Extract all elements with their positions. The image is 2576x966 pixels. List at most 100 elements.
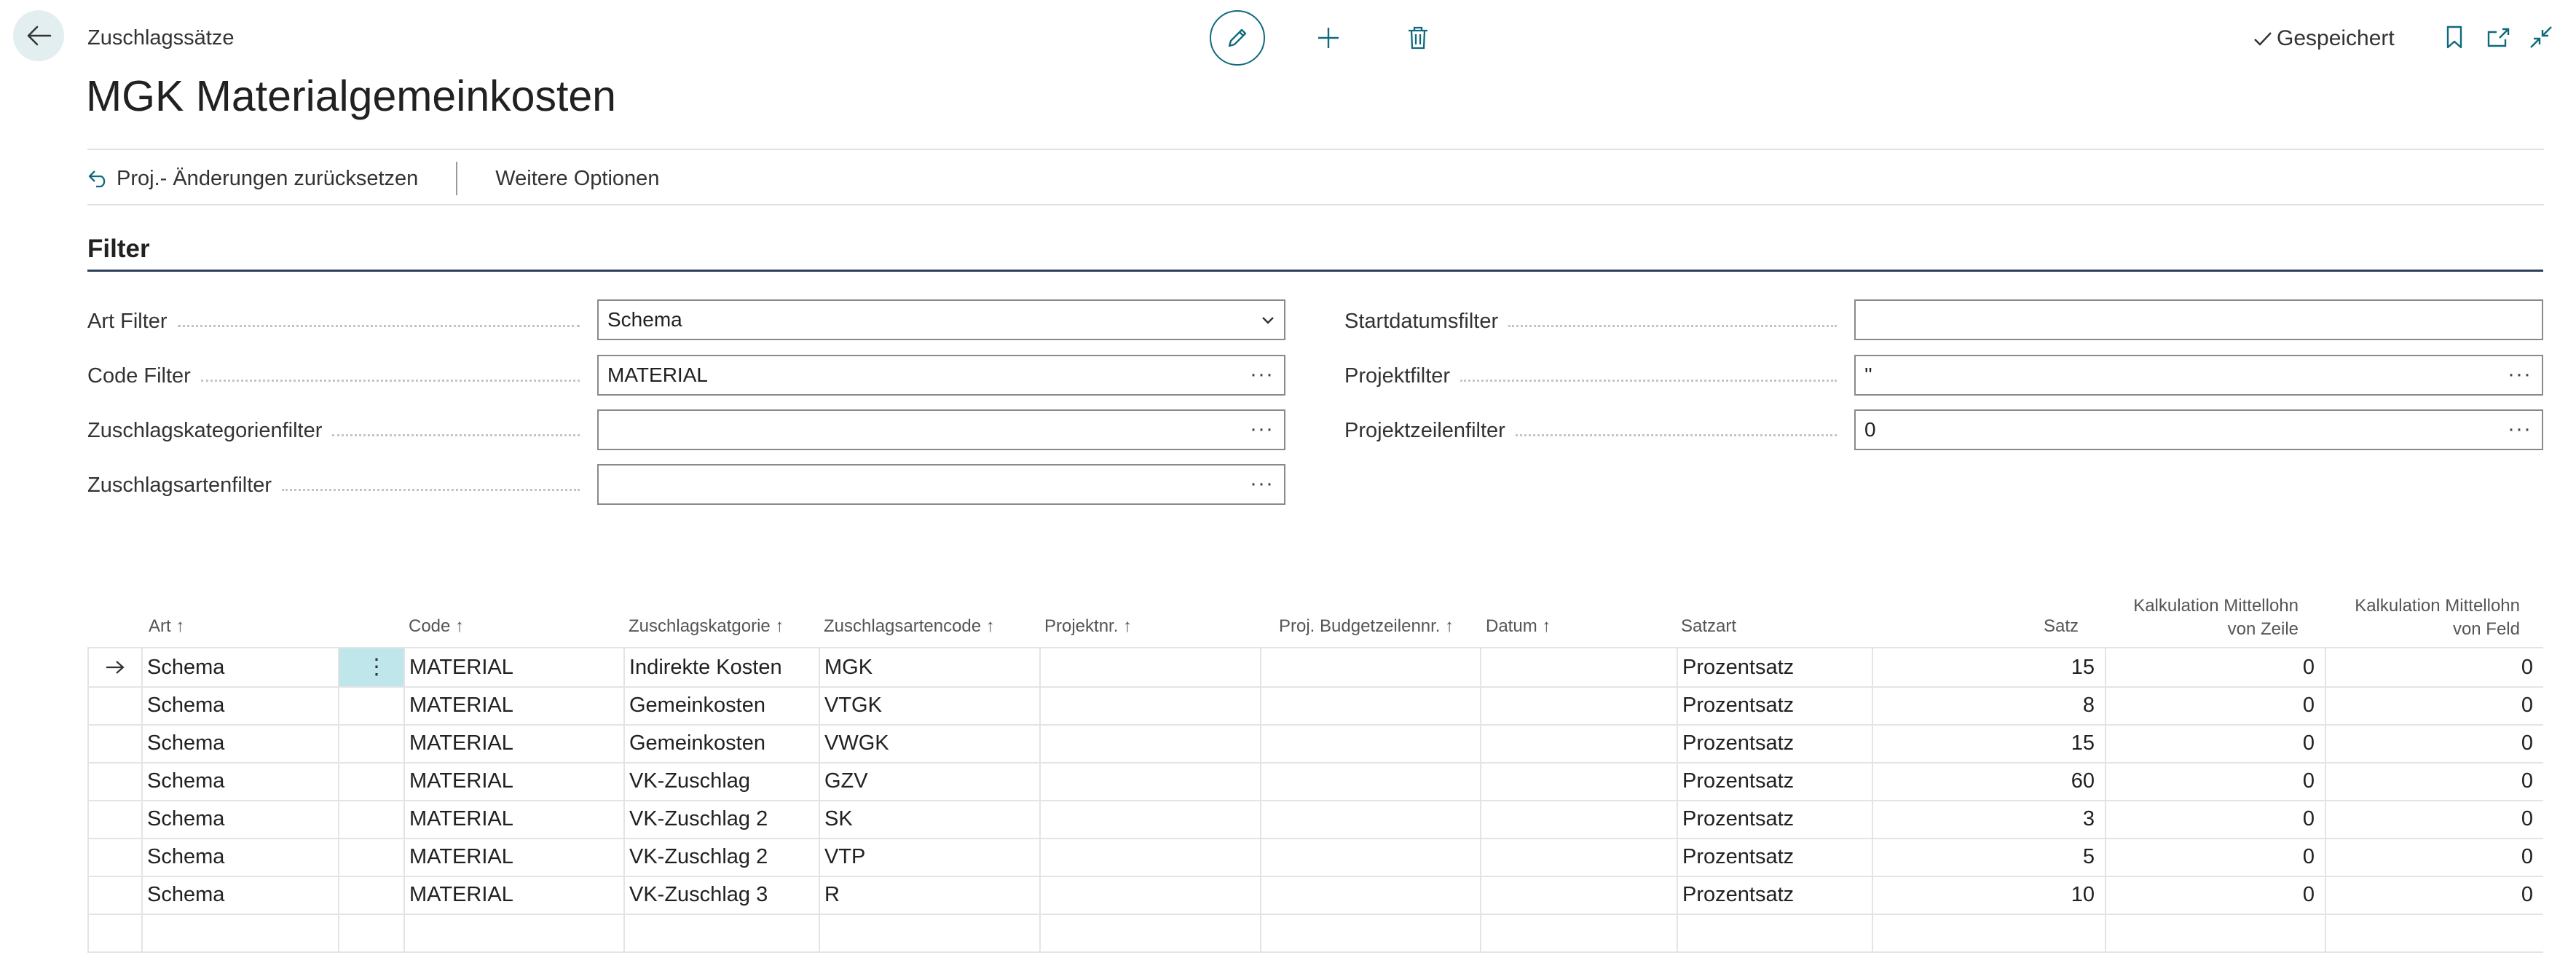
cell-projektnr[interactable] xyxy=(1039,876,1260,914)
cell-artencode[interactable] xyxy=(819,914,1039,951)
cell-satz[interactable]: 60 xyxy=(1872,762,2105,800)
row-indicator-cell[interactable] xyxy=(87,876,141,914)
cell-satz[interactable]: 5 xyxy=(1872,838,2105,876)
cell-satz[interactable]: 15 xyxy=(1872,724,2105,762)
cell-art[interactable]: Schema xyxy=(141,724,338,762)
cell-artencode[interactable]: MGK xyxy=(819,648,1039,686)
cell-kalk-zeile[interactable]: 0 xyxy=(2105,724,2325,762)
cell-budget[interactable] xyxy=(1260,914,1480,951)
table-row[interactable]: Schema ⋮ MATERIAL Indirekte Kosten MGK Prozen… xyxy=(87,648,2543,688)
cell-satz[interactable] xyxy=(1872,914,2105,951)
cell-artencode[interactable]: VTP xyxy=(819,838,1039,876)
row-menu-icon[interactable]: ⋮ xyxy=(366,648,387,686)
cell-projektnr[interactable] xyxy=(1039,838,1260,876)
cell-kategorie[interactable]: Gemeinkosten xyxy=(623,724,819,762)
cell-code[interactable]: MATERIAL xyxy=(403,648,623,686)
cell-satz[interactable]: 3 xyxy=(1872,800,2105,838)
kategorie-filter-input[interactable]: ··· xyxy=(597,409,1285,450)
cell-kategorie[interactable]: VK-Zuschlag 3 xyxy=(623,876,819,914)
cell-kalk-feld[interactable]: 0 xyxy=(2325,648,2543,686)
open-in-new-window-button[interactable] xyxy=(2482,20,2516,54)
cell-kalk-zeile[interactable]: 0 xyxy=(2105,648,2325,686)
cell-budget[interactable] xyxy=(1260,838,1480,876)
cell-kalk-feld[interactable]: 0 xyxy=(2325,762,2543,800)
cell-projektnr[interactable] xyxy=(1039,800,1260,838)
table-row[interactable]: Schema MATERIAL Gemeinkosten VTGK Prozentsat… xyxy=(87,686,2543,726)
new-button[interactable] xyxy=(1301,10,1356,66)
cell-art[interactable] xyxy=(141,914,338,951)
cell-satzart[interactable]: Prozentsatz xyxy=(1677,800,1872,838)
cell-kalk-zeile[interactable]: 0 xyxy=(2105,762,2325,800)
cell-budget[interactable] xyxy=(1260,724,1480,762)
column-header-code[interactable]: Code ↑ xyxy=(409,616,464,637)
cell-code[interactable] xyxy=(403,914,623,951)
projektzeilen-filter-input[interactable]: 0 ··· xyxy=(1854,409,2543,450)
cell-datum[interactable] xyxy=(1480,762,1677,800)
code-filter-input[interactable]: MATERIAL ··· xyxy=(597,355,1285,396)
cell-kategorie[interactable]: VK-Zuschlag 2 xyxy=(623,838,819,876)
cell-datum[interactable] xyxy=(1480,914,1677,951)
lookup-ellipsis-icon[interactable]: ··· xyxy=(2508,362,2532,387)
cell-code[interactable]: MATERIAL xyxy=(403,876,623,914)
cell-projektnr[interactable] xyxy=(1039,648,1260,686)
cell-kalk-feld[interactable]: 0 xyxy=(2325,800,2543,838)
cell-datum[interactable] xyxy=(1480,724,1677,762)
more-options-action[interactable]: Weitere Optionen xyxy=(495,167,659,191)
column-header-budget[interactable]: Proj. Budgetzeilennr. ↑ xyxy=(1279,616,1454,637)
cell-artencode[interactable]: VTGK xyxy=(819,686,1039,724)
cell-projektnr[interactable] xyxy=(1039,762,1260,800)
row-indicator-cell[interactable] xyxy=(87,800,141,838)
lookup-ellipsis-icon[interactable]: ··· xyxy=(1250,417,1274,441)
lookup-ellipsis-icon[interactable]: ··· xyxy=(2508,417,2532,441)
column-header-datum[interactable]: Datum ↑ xyxy=(1486,616,1551,637)
cell-datum[interactable] xyxy=(1480,838,1677,876)
cell-kategorie[interactable]: VK-Zuschlag xyxy=(623,762,819,800)
column-header-projektnr[interactable]: Projektnr. ↑ xyxy=(1044,616,1132,637)
projekt-filter-input[interactable]: '' ··· xyxy=(1854,355,2543,396)
arten-filter-input[interactable]: ··· xyxy=(597,464,1285,505)
bookmark-button[interactable] xyxy=(2438,20,2471,54)
column-header-satz[interactable]: Satz xyxy=(1966,616,2079,637)
row-indicator-cell[interactable] xyxy=(87,762,141,800)
column-header-art[interactable]: Art ↑ xyxy=(149,616,184,637)
column-header-kalk-zeile[interactable]: Kalkulation Mittellohn von Zeile xyxy=(2112,594,2299,641)
row-actions-cell[interactable] xyxy=(338,686,403,724)
lookup-ellipsis-icon[interactable]: ··· xyxy=(1250,471,1274,496)
row-actions-cell[interactable] xyxy=(338,876,403,914)
cell-satzart[interactable]: Prozentsatz xyxy=(1677,648,1872,686)
row-actions-cell[interactable] xyxy=(338,724,403,762)
cell-code[interactable]: MATERIAL xyxy=(403,838,623,876)
collapse-button[interactable] xyxy=(2524,20,2558,54)
cell-kategorie[interactable]: Indirekte Kosten xyxy=(623,648,819,686)
cell-art[interactable]: Schema xyxy=(141,648,338,686)
row-indicator-cell[interactable] xyxy=(87,914,141,951)
back-button[interactable] xyxy=(13,10,64,61)
cell-art[interactable]: Schema xyxy=(141,838,338,876)
column-header-kategorie[interactable]: Zuschlagskatgorie ↑ xyxy=(629,616,784,637)
cell-satzart[interactable]: Prozentsatz xyxy=(1677,686,1872,724)
cell-satz[interactable]: 8 xyxy=(1872,686,2105,724)
cell-kalk-zeile[interactable]: 0 xyxy=(2105,686,2325,724)
cell-datum[interactable] xyxy=(1480,800,1677,838)
table-row[interactable]: Schema MATERIAL VK-Zuschlag 2 SK Prozentsatz… xyxy=(87,800,2543,839)
cell-kategorie[interactable]: Gemeinkosten xyxy=(623,686,819,724)
cell-kategorie[interactable] xyxy=(623,914,819,951)
row-actions-cell[interactable] xyxy=(338,762,403,800)
row-indicator-cell[interactable] xyxy=(87,724,141,762)
cell-kalk-feld[interactable]: 0 xyxy=(2325,724,2543,762)
art-filter-select[interactable]: Schema xyxy=(597,299,1285,340)
cell-kategorie[interactable]: VK-Zuschlag 2 xyxy=(623,800,819,838)
cell-art[interactable]: Schema xyxy=(141,762,338,800)
row-actions-cell[interactable] xyxy=(338,800,403,838)
cell-budget[interactable] xyxy=(1260,686,1480,724)
column-header-kalk-feld[interactable]: Kalkulation Mittellohn von Feld xyxy=(2331,594,2520,641)
table-row[interactable]: Schema MATERIAL VK-Zuschlag 3 R Prozentsatz 1… xyxy=(87,876,2543,915)
cell-art[interactable]: Schema xyxy=(141,800,338,838)
cell-budget[interactable] xyxy=(1260,876,1480,914)
table-row[interactable]: Schema MATERIAL VK-Zuschlag GZV Prozentsatz 6… xyxy=(87,762,2543,801)
row-actions-cell[interactable] xyxy=(338,914,403,951)
cell-satzart[interactable] xyxy=(1677,914,1872,951)
cell-kalk-zeile[interactable]: 0 xyxy=(2105,876,2325,914)
lookup-ellipsis-icon[interactable]: ··· xyxy=(1250,362,1274,387)
cell-budget[interactable] xyxy=(1260,800,1480,838)
